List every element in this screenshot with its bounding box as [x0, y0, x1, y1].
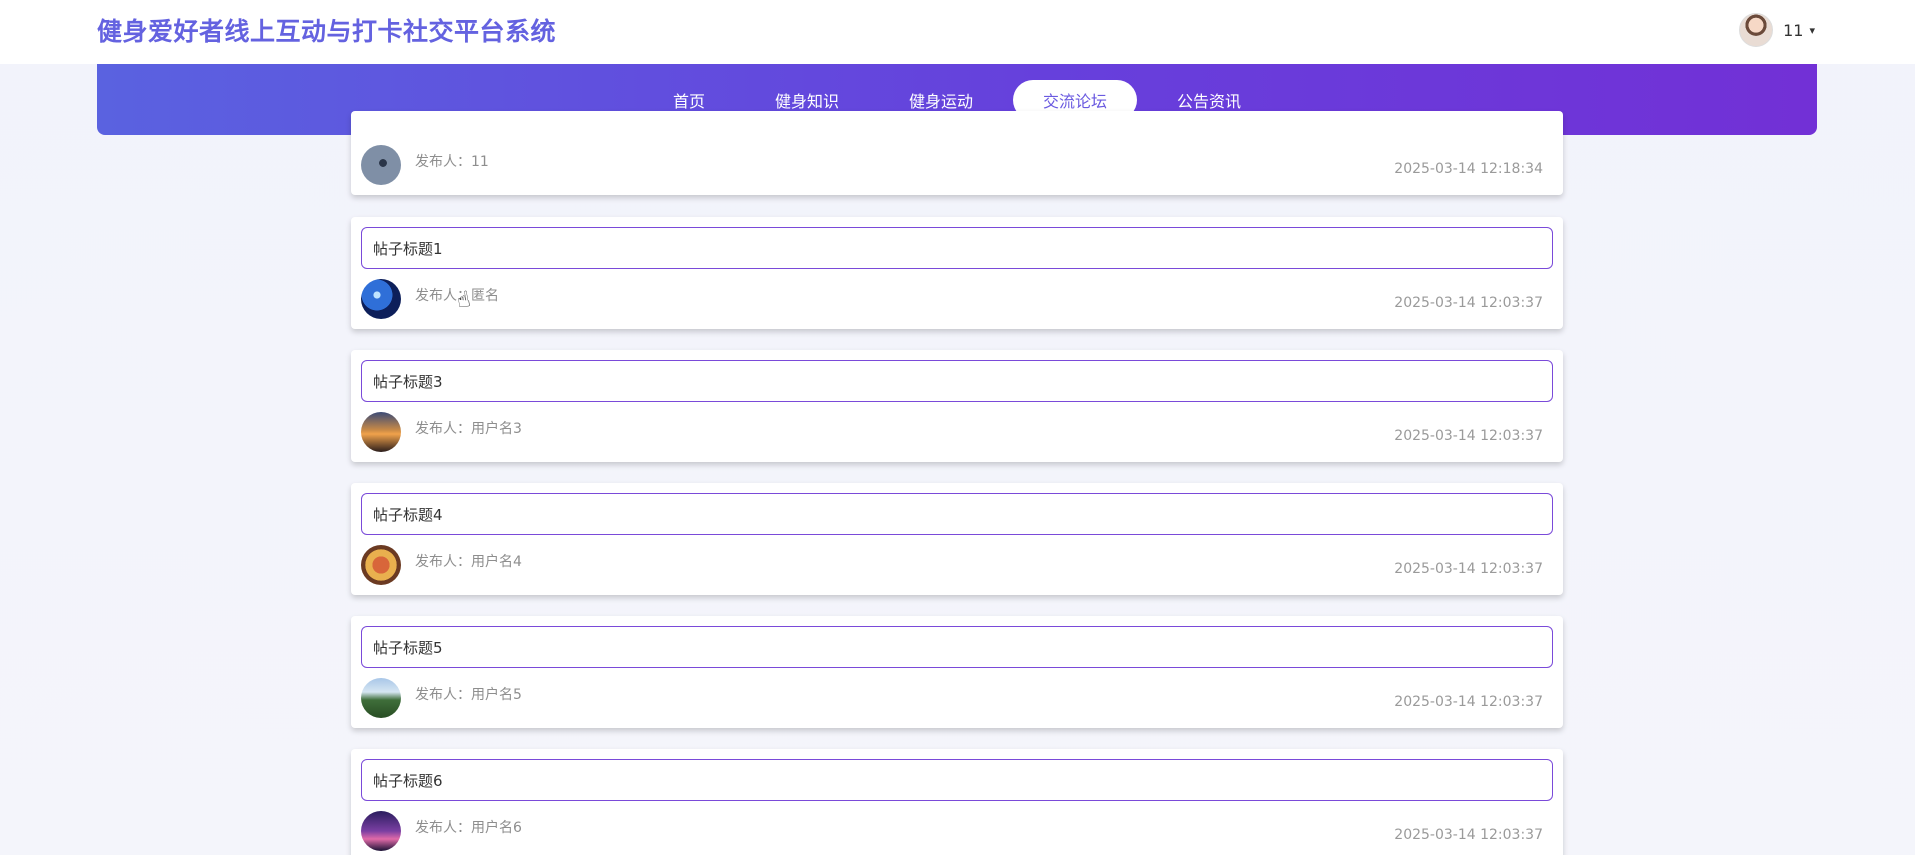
- post-card[interactable]: 帖子标题5 发布人：用户名5 2025-03-14 12:03:37: [351, 616, 1563, 728]
- post-time: 2025-03-14 12:03:37: [1394, 295, 1543, 311]
- post-time: 2025-03-14 12:18:34: [1394, 161, 1543, 177]
- chevron-down-icon[interactable]: ▾: [1809, 24, 1815, 37]
- post-author: 发布人：用户名5: [415, 687, 522, 703]
- post-time: 2025-03-14 12:03:37: [1394, 694, 1543, 710]
- site-title: 健身爱好者线上互动与打卡社交平台系统: [97, 17, 557, 46]
- post-title[interactable]: 帖子标题6: [361, 759, 1553, 801]
- post-card[interactable]: 帖子标题1 发布人：匿名 2025-03-14 12:03:37: [351, 217, 1563, 329]
- post-card[interactable]: 帖子标题6 发布人：用户名6 2025-03-14 12:03:37: [351, 749, 1563, 855]
- post-title[interactable]: 帖子标题3: [361, 360, 1553, 402]
- top-header: 健身爱好者线上互动与打卡社交平台系统 11 ▾: [0, 0, 1915, 64]
- post-title[interactable]: 帖子标题1: [361, 227, 1553, 269]
- post-card[interactable]: 发布人：11 2025-03-14 12:18:34: [351, 111, 1563, 195]
- post-meta: 发布人：11 2025-03-14 12:18:34: [361, 145, 1543, 185]
- post-author: 发布人：用户名6: [415, 820, 522, 836]
- avatar-icon: [361, 279, 401, 319]
- avatar-icon: [361, 145, 401, 185]
- post-meta: 发布人：用户名3 2025-03-14 12:03:37: [361, 412, 1543, 452]
- post-title[interactable]: 帖子标题5: [361, 626, 1553, 668]
- user-avatar[interactable]: [1739, 13, 1774, 47]
- post-time: 2025-03-14 12:03:37: [1394, 428, 1543, 444]
- post-time: 2025-03-14 12:03:37: [1394, 827, 1543, 843]
- avatar-icon: [361, 412, 401, 452]
- avatar-icon: [361, 545, 401, 585]
- post-author: 发布人：11: [415, 154, 489, 170]
- post-card[interactable]: 帖子标题3 发布人：用户名3 2025-03-14 12:03:37: [351, 350, 1563, 462]
- post-card[interactable]: 帖子标题4 发布人：用户名4 2025-03-14 12:03:37: [351, 483, 1563, 595]
- user-name[interactable]: 11: [1783, 21, 1803, 40]
- avatar-icon: [361, 811, 401, 851]
- post-title[interactable]: 帖子标题4: [361, 493, 1553, 535]
- avatar-icon: [361, 678, 401, 718]
- user-menu[interactable]: 11 ▾: [1739, 12, 1815, 48]
- post-meta: 发布人：用户名6 2025-03-14 12:03:37: [361, 811, 1543, 851]
- post-meta: 发布人：用户名5 2025-03-14 12:03:37: [361, 678, 1543, 718]
- post-author: 发布人：用户名4: [415, 554, 522, 570]
- post-meta: 发布人：用户名4 2025-03-14 12:03:37: [361, 545, 1543, 585]
- post-meta: 发布人：匿名 2025-03-14 12:03:37: [361, 279, 1543, 319]
- post-time: 2025-03-14 12:03:37: [1394, 561, 1543, 577]
- post-author: 发布人：用户名3: [415, 421, 522, 437]
